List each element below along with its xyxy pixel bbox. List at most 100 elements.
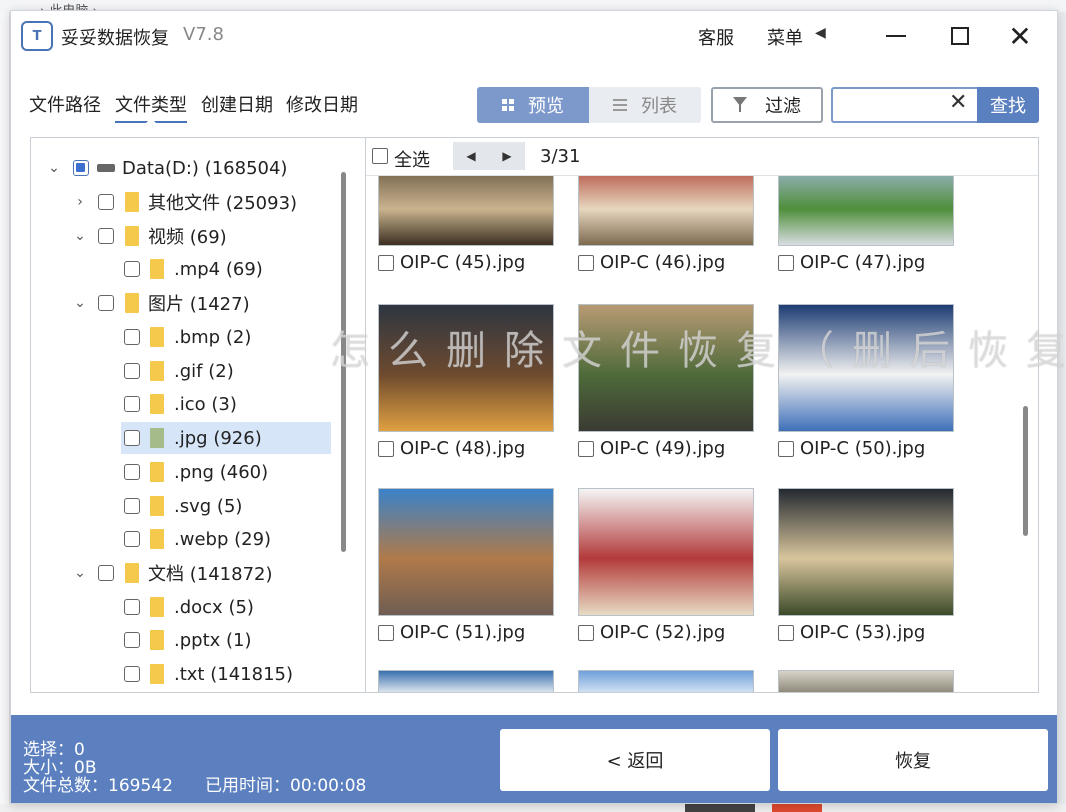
tree-checkbox[interactable] — [124, 430, 140, 446]
thumbnail-checkbox[interactable] — [778, 440, 794, 457]
tab-modify-date[interactable]: 修改日期 — [286, 91, 358, 117]
filter-button[interactable]: 过滤 — [711, 87, 823, 123]
close-button[interactable]: ✕ — [1002, 19, 1038, 53]
preview-grid-panel: 全选 ◀ ▶ 3/31 OIP-C (45).jpg OIP-C (46).jpg… — [366, 137, 1039, 693]
grid-scrollbar[interactable] — [1023, 406, 1028, 536]
thumbnail-checkbox[interactable] — [778, 254, 794, 271]
menu-button[interactable]: 菜单 — [767, 24, 803, 50]
preview-view-button[interactable]: 预览 — [477, 87, 589, 123]
tree-checkbox[interactable] — [124, 632, 140, 648]
tree-checkbox[interactable] — [98, 194, 114, 210]
image-preview[interactable] — [578, 670, 754, 692]
clear-search-icon[interactable]: ✕ — [949, 90, 967, 115]
folder-icon — [150, 462, 164, 482]
tree-row-docx[interactable]: .docx (5) — [31, 591, 331, 623]
tree-row-webp[interactable]: .webp (29) — [31, 523, 331, 555]
tree-row-documents[interactable]: ⌄ 文档 (141872) — [31, 557, 331, 589]
tree-row-png[interactable]: .png (460) — [31, 456, 331, 488]
tree-checkbox[interactable] — [98, 295, 114, 311]
thumbnail-checkbox[interactable] — [778, 624, 794, 641]
tab-create-date[interactable]: 创建日期 — [201, 91, 273, 117]
tree-checkbox[interactable] — [124, 531, 140, 547]
tree-row-drive[interactable]: ⌄ Data(D:) (168504) — [31, 152, 331, 184]
image-preview[interactable] — [778, 304, 954, 432]
thumbnail-checkbox[interactable] — [378, 254, 394, 271]
image-preview[interactable] — [378, 670, 554, 692]
tree-row-svg[interactable]: .svg (5) — [31, 490, 331, 522]
search-input[interactable] — [839, 93, 939, 117]
image-preview[interactable] — [778, 670, 954, 692]
image-preview[interactable] — [778, 488, 954, 616]
tree-checkbox[interactable] — [124, 261, 140, 277]
total-files: 文件总数：169542 — [23, 776, 173, 796]
tree-checkbox[interactable] — [124, 599, 140, 615]
tree-checkbox[interactable] — [98, 565, 114, 581]
tree-row-other-files[interactable]: › 其他文件 (25093) — [31, 186, 331, 218]
image-preview[interactable] — [378, 304, 554, 432]
tree-row-jpg[interactable]: .jpg (926) — [121, 422, 331, 454]
thumbnail-checkbox[interactable] — [578, 254, 594, 271]
thumbnail-checkbox[interactable] — [578, 440, 594, 457]
tree-checkbox[interactable] — [98, 228, 114, 244]
tab-file-type[interactable]: 文件类型 — [115, 91, 187, 123]
tab-file-path[interactable]: 文件路径 — [29, 91, 101, 117]
tree-checkbox[interactable] — [73, 160, 89, 176]
next-page-button[interactable]: ▶ — [489, 142, 525, 170]
view-toggle: 预览 列表 — [477, 87, 701, 123]
tree-count: (141815) — [210, 663, 293, 685]
image-preview[interactable] — [378, 176, 554, 246]
tree-count: (5) — [216, 495, 243, 517]
back-button[interactable]: < 返回 — [500, 729, 770, 791]
customer-service-link[interactable]: 客服 — [698, 24, 734, 50]
tree-label: Data(D:) — [122, 157, 199, 179]
tree-count: (168504) — [204, 157, 288, 179]
footer-bar: 选择：0 大小：0B 文件总数：169542 已用时间：00:00:08 < 返… — [11, 715, 1057, 803]
tree-checkbox[interactable] — [124, 464, 140, 480]
search-button[interactable]: 查找 — [977, 87, 1039, 123]
tree-row-txt[interactable]: .txt (141815) — [31, 658, 331, 690]
tree-row-images[interactable]: ⌄ 图片 (1427) — [31, 287, 331, 319]
image-preview[interactable] — [778, 176, 954, 246]
tree-checkbox[interactable] — [124, 396, 140, 412]
image-preview[interactable] — [578, 488, 754, 616]
tree-row-video[interactable]: ⌄ 视频 (69) — [31, 220, 331, 252]
tree-row-bmp[interactable]: .bmp (2) — [31, 321, 331, 353]
thumbnail-caption: OIP-C (51).jpg — [378, 622, 525, 643]
tree-scrollbar[interactable] — [341, 172, 346, 552]
thumbnail-checkbox[interactable] — [378, 624, 394, 641]
collapse-icon[interactable]: ⌄ — [73, 228, 87, 244]
folder-icon — [150, 597, 164, 617]
tree-count: (1427) — [189, 294, 250, 315]
folder-icon — [150, 428, 164, 448]
image-preview[interactable] — [578, 304, 754, 432]
tree-checkbox[interactable] — [124, 666, 140, 682]
list-view-button[interactable]: 列表 — [589, 87, 701, 123]
tree-checkbox[interactable] — [124, 363, 140, 379]
thumbnail-caption: OIP-C (47).jpg — [778, 252, 925, 273]
tree-checkbox[interactable] — [124, 329, 140, 345]
tree-row-pptx[interactable]: .pptx (1) — [31, 624, 331, 656]
page-indicator: 3/31 — [540, 146, 581, 167]
tree-checkbox[interactable] — [124, 498, 140, 514]
collapse-icon[interactable]: ⌄ — [47, 160, 61, 176]
recover-button[interactable]: 恢复 — [778, 729, 1048, 791]
select-all-checkbox[interactable] — [372, 148, 388, 164]
tree-row-ico[interactable]: .ico (3) — [31, 388, 331, 420]
tree-label: .docx — [174, 596, 223, 618]
tree-count: (3) — [211, 393, 237, 415]
thumbnail-checkbox[interactable] — [578, 624, 594, 641]
collapse-icon[interactable]: ⌄ — [73, 565, 87, 581]
tree-count: (1) — [226, 629, 252, 651]
tree-row-gif[interactable]: .gif (2) — [31, 355, 331, 387]
tree-row-mp4[interactable]: .mp4 (69) — [31, 253, 331, 285]
image-preview[interactable] — [378, 488, 554, 616]
collapse-icon[interactable]: ⌄ — [73, 295, 87, 311]
thumbnail-filename: OIP-C (53).jpg — [800, 622, 926, 643]
thumbnail-checkbox[interactable] — [378, 440, 394, 457]
expand-icon[interactable]: › — [73, 194, 87, 210]
prev-page-button[interactable]: ◀ — [453, 142, 489, 170]
maximize-button[interactable] — [942, 19, 978, 53]
image-preview[interactable] — [578, 176, 754, 246]
minimize-button[interactable] — [878, 19, 914, 53]
thumbnail-caption: OIP-C (48).jpg — [378, 438, 525, 459]
